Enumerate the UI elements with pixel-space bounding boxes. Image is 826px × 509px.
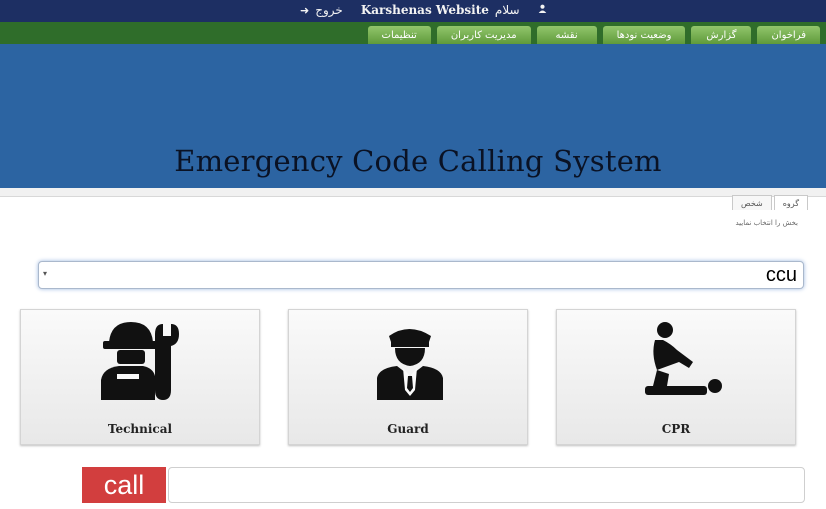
nav-tab-settings[interactable]: تنظیمات <box>367 26 431 44</box>
tab-group[interactable]: گروه <box>773 195 808 210</box>
top-bar: ➜ خروج Karshenas Website سلام <box>0 0 826 22</box>
guard-button[interactable]: Guard <box>288 309 528 445</box>
content-panel: گروه شخص بخش را انتخاب نمایید ▾ ccu Tech… <box>0 188 826 509</box>
nav-tab-map[interactable]: نقشه <box>536 26 597 44</box>
cpr-icon <box>645 322 722 395</box>
greeting-text: سلام <box>494 3 520 17</box>
section-select-value: ccu <box>765 264 797 286</box>
technician-icon <box>101 322 179 400</box>
nav-tab-user-management[interactable]: مدیریت کاربران <box>436 26 531 44</box>
nav-tab-node-status[interactable]: وضعیت نودها <box>602 26 686 44</box>
nav-tab-report[interactable]: گزارش <box>691 26 752 44</box>
banner-title: Emergency Code Calling System <box>174 144 662 178</box>
content-inner: گروه شخص بخش را انتخاب نمایید ▾ ccu Tech… <box>0 195 826 509</box>
chevron-down-icon[interactable]: ▾ <box>43 269 47 278</box>
nav-tab-call[interactable]: فراخوان <box>757 26 820 44</box>
cpr-button[interactable]: CPR <box>556 309 796 445</box>
guard-icon <box>377 329 443 400</box>
technical-label: Technical <box>107 422 173 436</box>
call-input[interactable] <box>168 467 805 503</box>
logout-link[interactable]: خروج <box>315 3 343 17</box>
tab-person[interactable]: شخص <box>732 195 772 210</box>
user-icon <box>538 4 547 16</box>
select-section-label: بخش را انتخاب نمایید <box>735 219 798 227</box>
technical-button[interactable]: Technical <box>20 309 260 445</box>
logout-icon[interactable]: ➜ <box>300 4 309 17</box>
section-select[interactable]: ▾ ccu <box>38 261 804 289</box>
top-bar-content: ➜ خروج Karshenas Website سلام <box>300 3 547 17</box>
cpr-label: CPR <box>661 422 691 436</box>
guard-label: Guard <box>387 422 429 436</box>
target-tabs: گروه شخص <box>732 195 808 210</box>
banner: Emergency Code Calling System <box>0 44 826 188</box>
main-nav: فراخوان گزارش وضعیت نودها نقشه مدیریت کا… <box>0 22 826 44</box>
site-title: Karshenas Website <box>360 3 489 17</box>
call-button[interactable]: call <box>82 467 166 503</box>
